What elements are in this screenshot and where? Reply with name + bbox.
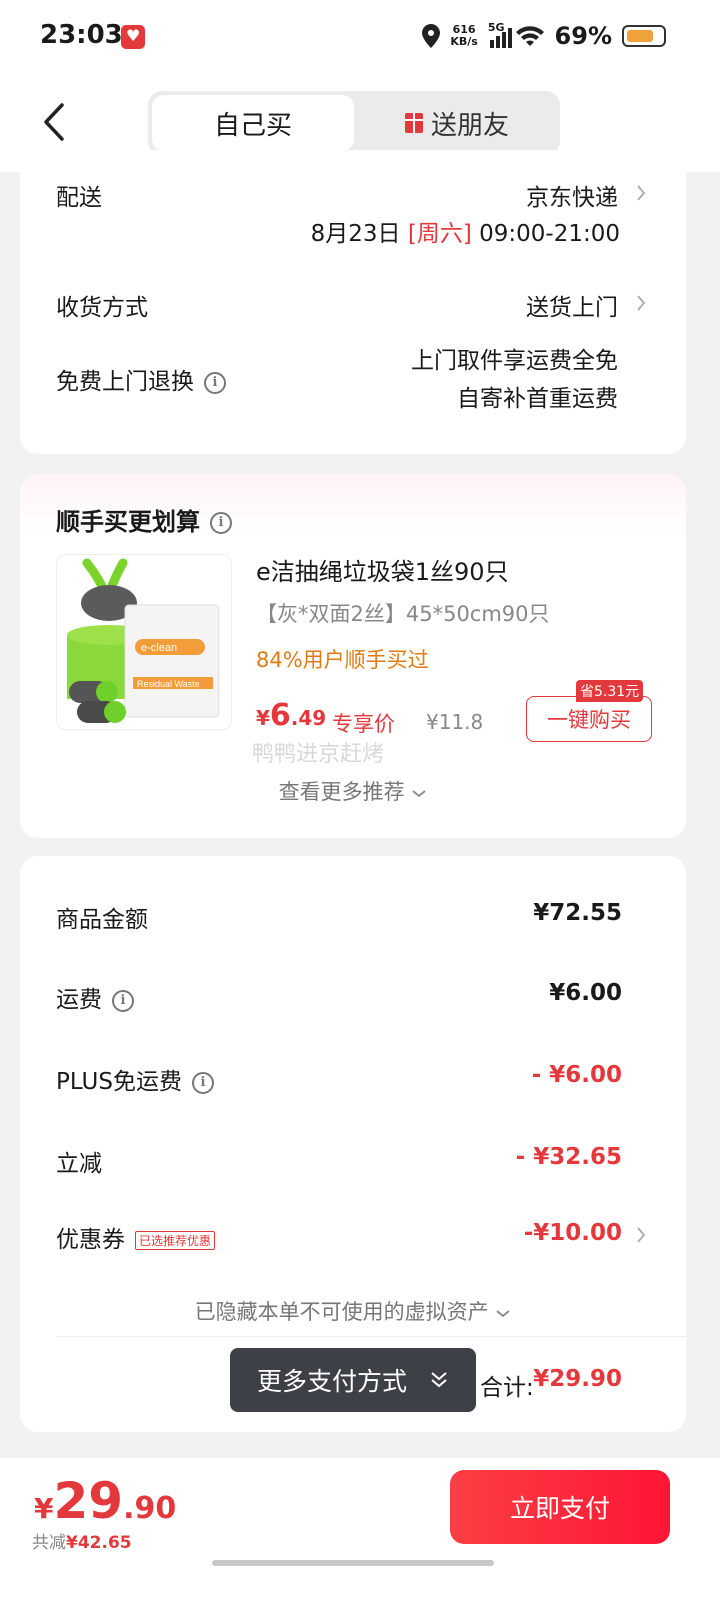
instant-discount-label: 立减 [56, 1151, 102, 1177]
svg-text:Residual Waste: Residual Waste [137, 679, 200, 689]
coupon-label-text: 优惠券 [56, 1227, 125, 1253]
original-price: ¥11.8 [426, 710, 484, 734]
payable-currency: ¥ [34, 1492, 54, 1525]
delivery-weekday: [周六] [407, 221, 472, 247]
delivery-date: 8月23日 [310, 221, 401, 247]
free-return-text: 免费上门退换 [56, 369, 194, 395]
shipping-value: ¥6.00 [549, 980, 622, 1006]
hidden-assets-label: 已隐藏本单不可使用的虚拟资产 [194, 1300, 489, 1324]
payable-amount: ¥29.90 [34, 1472, 176, 1530]
total-label: 合计: [480, 1375, 534, 1401]
more-payment-methods-button[interactable]: 更多支付方式 [230, 1348, 476, 1412]
product-price: ¥6.49 [256, 698, 326, 733]
network-speed: 616 KB/s [450, 24, 477, 48]
total-saved-value: ¥42.65 [66, 1533, 132, 1553]
double-chevron-down-icon [431, 1372, 447, 1388]
status-bar: 23:03 616 KB/s 5G 69% [0, 0, 720, 76]
delivery-time: 8月23日 [周六] 09:00-21:00 [311, 214, 620, 248]
delivery-label: 配送 [56, 185, 102, 211]
watermark: 鸭鸭进京赶烤 [252, 742, 385, 767]
addon-title: 顺手买更划算 i [56, 502, 232, 537]
goods-amount-value: ¥72.55 [533, 900, 622, 926]
more-payment-methods-label: 更多支付方式 [256, 1367, 407, 1396]
tab-buy-for-self-label: 自己买 [213, 110, 292, 141]
total-saved-label: 共减 [32, 1533, 66, 1553]
plus-free-shipping-text: PLUS免运费 [56, 1069, 182, 1095]
gift-icon [404, 113, 423, 133]
info-icon[interactable]: i [112, 989, 134, 1012]
info-icon[interactable]: i [204, 371, 226, 394]
status-icons: 616 KB/s 5G 69% [422, 20, 666, 50]
chevron-down-icon [496, 1310, 510, 1318]
bottom-bar: ¥29.90 共减¥42.65 立即支付 [0, 1458, 720, 1600]
goods-amount-label: 商品金额 [56, 907, 148, 933]
payable-decimal: .90 [123, 1491, 177, 1526]
savings-badge: 省5.31元 [576, 680, 644, 702]
shipping-label: 运费 i [56, 980, 134, 1014]
product-spec: 【灰*双面2丝】45*50cm90只 [256, 602, 550, 626]
one-click-buy-button[interactable]: 一键购买 [526, 696, 652, 742]
chevron-down-icon [412, 790, 426, 798]
total-saved: 共减¥42.65 [32, 1528, 132, 1553]
free-return-label: 免费上门退换 i [56, 362, 226, 396]
instant-discount-value: - ¥32.65 [515, 1144, 622, 1170]
speed-unit: KB/s [450, 35, 478, 48]
receive-method-value[interactable]: 送货上门 [526, 288, 618, 322]
pay-now-button[interactable]: 立即支付 [450, 1470, 670, 1544]
shipping-label-text: 运费 [56, 987, 102, 1013]
total-value: ¥29.90 [533, 1366, 622, 1392]
delivery-carrier[interactable]: 京东快递 [526, 178, 618, 212]
free-return-detail: 上门取件享运费全免 自寄补首重运费 [411, 342, 618, 418]
delivery-time-window: 09:00-21:00 [479, 221, 620, 247]
more-recommendations-label: 查看更多推荐 [278, 780, 405, 804]
status-time: 23:03 [40, 20, 123, 50]
home-indicator[interactable] [212, 1560, 494, 1566]
coupon-value[interactable]: -¥10.00 [524, 1220, 622, 1246]
tab-buy-for-self[interactable]: 自己买 [152, 95, 354, 151]
info-icon[interactable]: i [191, 1071, 214, 1094]
info-icon[interactable]: i [210, 512, 232, 534]
divider [56, 1336, 686, 1337]
receive-method-label: 收货方式 [56, 295, 148, 321]
addon-card: 顺手买更划算 i e-clean Residual Waste e洁抽绳垃圾袋1丝… [20, 474, 686, 838]
location-icon [422, 24, 441, 48]
chevron-right-icon[interactable] [636, 1226, 646, 1244]
chevron-right-icon[interactable] [636, 184, 646, 202]
jd-app-icon [121, 25, 145, 49]
wifi-icon [515, 26, 544, 46]
svg-text:e-clean: e-clean [141, 642, 177, 654]
trash-bag-product-image: e-clean Residual Waste [67, 558, 220, 723]
hidden-assets-note[interactable]: 已隐藏本单不可使用的虚拟资产 [20, 1296, 686, 1326]
free-return-line1: 上门取件享运费全免 [411, 348, 618, 374]
addon-title-text: 顺手买更划算 [56, 508, 200, 536]
tab-send-to-friend[interactable]: 送朋友 [358, 95, 556, 151]
delivery-card: 配送 京东快递 8月23日 [周六] 09:00-21:00 收货方式 送货上门… [20, 150, 686, 454]
free-return-line2: 自寄补首重运费 [457, 386, 618, 412]
plus-free-shipping-value: - ¥6.00 [531, 1062, 622, 1088]
price-summary-card: 商品金额 ¥72.55 运费 i ¥6.00 PLUS免运费 i - ¥6.00 立… [20, 856, 686, 1432]
battery-percent: 69% [554, 22, 612, 50]
coupon-label[interactable]: 优惠券 已选推荐优惠 [56, 1220, 216, 1254]
product-title[interactable]: e洁抽绳垃圾袋1丝90只 [256, 552, 509, 587]
price-integer: 6 [269, 698, 291, 733]
purchase-mode-switch: 自己买 送朋友 [148, 91, 560, 155]
tab-send-to-friend-label: 送朋友 [430, 110, 509, 141]
more-recommendations[interactable]: 查看更多推荐 [20, 776, 686, 806]
exclusive-price-tag: 专享价 [332, 712, 395, 736]
battery-icon [622, 25, 666, 47]
social-proof: 84%用户顺手买过 [256, 648, 429, 672]
back-arrow-icon[interactable] [40, 102, 68, 142]
recommended-coupon-chip: 已选推荐优惠 [135, 1231, 216, 1250]
product-thumbnail[interactable]: e-clean Residual Waste [56, 554, 232, 730]
network-type: 5G [487, 20, 505, 34]
plus-free-shipping-label: PLUS免运费 i [56, 1062, 214, 1096]
price-currency: ¥ [256, 706, 270, 730]
payable-integer: 29 [53, 1472, 124, 1530]
chevron-right-icon[interactable] [636, 294, 646, 312]
price-decimal: .49 [290, 706, 327, 730]
